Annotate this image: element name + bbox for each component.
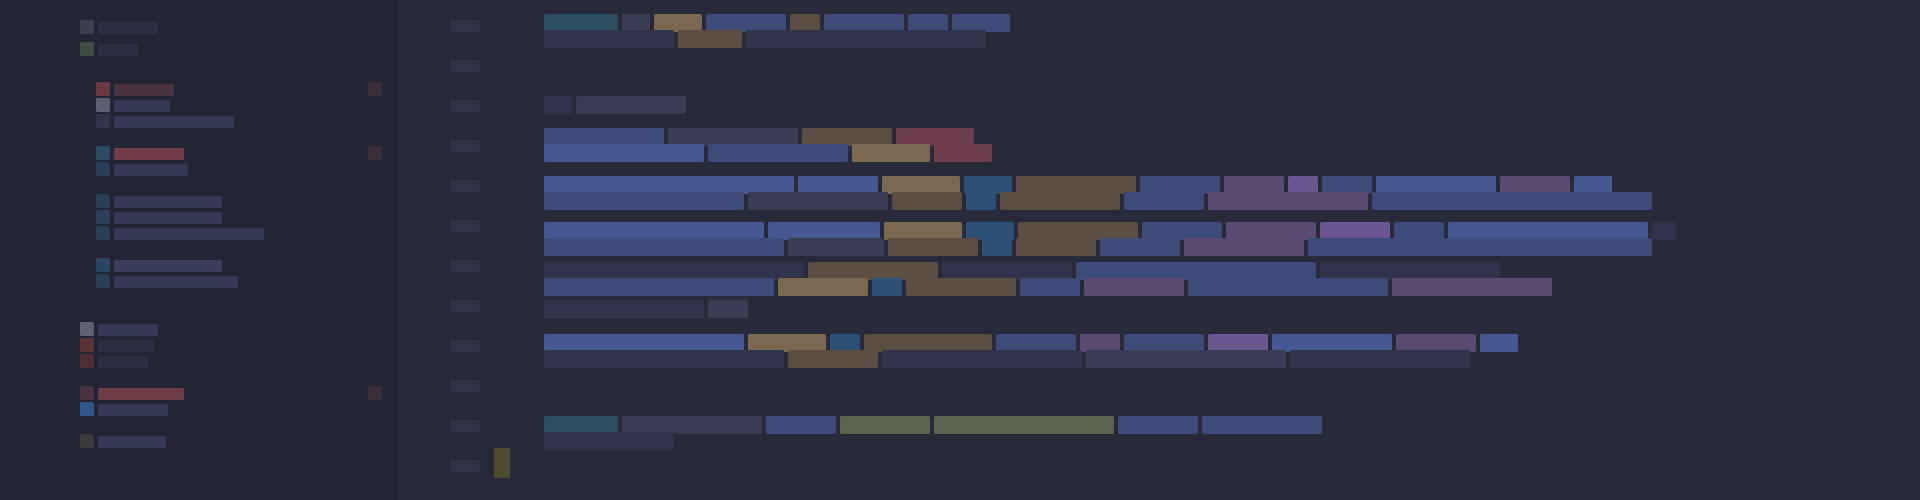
modified-marker (368, 386, 382, 400)
line-number (450, 20, 480, 32)
file-icon (96, 258, 110, 272)
file-icon (96, 274, 110, 288)
file-icon (80, 354, 94, 368)
code-line[interactable] (544, 192, 1656, 210)
folder-icon (80, 20, 94, 34)
sidebar-item-label (98, 356, 148, 368)
modified-marker (368, 146, 382, 160)
file-icon (96, 146, 110, 160)
sidebar-item-label (114, 196, 222, 208)
sidebar-item-label (114, 148, 184, 160)
file-icon (80, 322, 94, 336)
code-line[interactable] (544, 96, 690, 114)
sidebar-item-label (98, 388, 184, 400)
line-number (450, 460, 480, 472)
line-number (450, 220, 480, 232)
file-icon (96, 82, 110, 96)
text-cursor (494, 448, 510, 478)
line-number (450, 300, 480, 312)
file-icon (80, 338, 94, 352)
code-line[interactable] (544, 238, 1656, 256)
sidebar-item-label (98, 22, 158, 34)
code-line[interactable] (544, 432, 678, 450)
file-icon (96, 210, 110, 224)
file-icon (80, 434, 94, 448)
sidebar-item-label (98, 340, 154, 352)
sidebar-item-label (98, 436, 166, 448)
sidebar-item-label (114, 228, 264, 240)
code-line[interactable] (544, 300, 752, 318)
file-icon (96, 98, 110, 112)
file-icon (80, 386, 94, 400)
code-line[interactable] (544, 30, 990, 48)
line-number (450, 260, 480, 272)
line-number (450, 380, 480, 392)
sidebar-item-label (114, 164, 188, 176)
file-icon (96, 162, 110, 176)
line-number (450, 60, 480, 72)
sidebar-item-label (98, 44, 138, 56)
code-line[interactable] (544, 350, 1474, 368)
sidebar-item-label (114, 84, 174, 96)
file-explorer-sidebar (0, 0, 398, 500)
modified-marker (368, 82, 382, 96)
sidebar-item-label (114, 260, 222, 272)
line-number (450, 180, 480, 192)
file-icon (96, 114, 110, 128)
sidebar-item-label (114, 212, 222, 224)
folder-icon (80, 42, 94, 56)
code-line[interactable] (544, 144, 996, 162)
line-number (450, 100, 480, 112)
code-editor-window (0, 0, 1920, 500)
sidebar-item-label (114, 116, 234, 128)
sidebar-item-label (98, 404, 168, 416)
file-icon (96, 226, 110, 240)
line-number (450, 420, 480, 432)
sidebar-item-label (98, 324, 158, 336)
line-number (450, 140, 480, 152)
line-number (450, 340, 480, 352)
code-line[interactable] (544, 278, 1556, 296)
sidebar-item-label (114, 276, 238, 288)
file-icon (80, 402, 94, 416)
file-icon (96, 194, 110, 208)
sidebar-item-label (114, 100, 170, 112)
